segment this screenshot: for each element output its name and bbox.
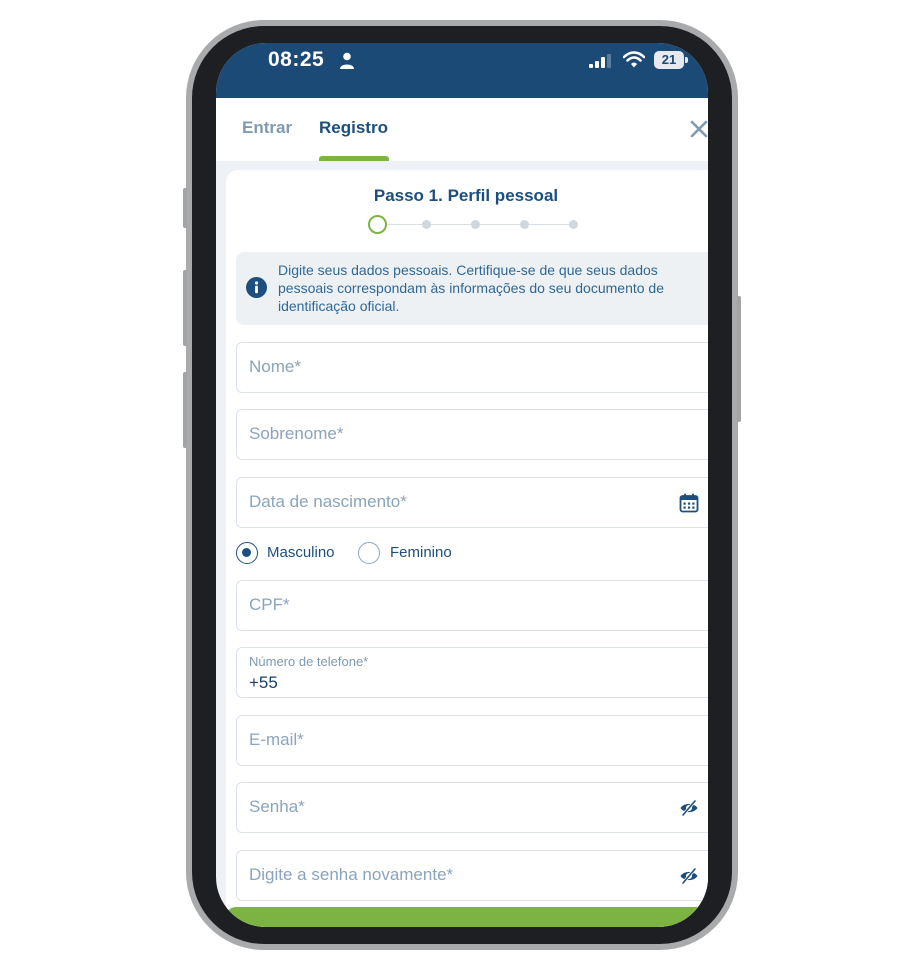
email-placeholder: E-mail* <box>249 730 304 749</box>
close-icon[interactable] <box>690 120 708 138</box>
first-name-input[interactable]: Nome* <box>236 342 708 393</box>
gender-radio-male[interactable] <box>236 542 258 564</box>
info-icon <box>246 277 267 298</box>
phone-value: +55 <box>249 673 278 692</box>
step-indicator <box>422 220 431 229</box>
step-indicator <box>471 220 480 229</box>
phone-input[interactable]: Número de telefone* +55 <box>236 647 708 698</box>
password-placeholder: Senha* <box>249 797 305 816</box>
password-confirm-input[interactable]: Digite a senha novamente* <box>236 850 708 901</box>
status-time: 08:25 <box>268 48 325 71</box>
step-indicator <box>520 220 529 229</box>
battery-level: 21 <box>654 51 684 69</box>
step-progress-line <box>386 224 576 225</box>
auth-tabs: Entrar Registro <box>216 98 708 161</box>
info-text: Digite seus dados pessoais. Certifique-s… <box>278 262 664 314</box>
gender-radio-female[interactable] <box>358 542 380 564</box>
phone-side-button-power <box>737 296 741 422</box>
birth-date-input[interactable]: Data de nascimento* <box>236 477 708 528</box>
battery-cap <box>685 57 688 63</box>
calendar-icon[interactable] <box>679 493 699 513</box>
phone-side-button-volume-up <box>183 270 187 346</box>
birth-date-placeholder: Data de nascimento* <box>249 492 407 511</box>
step-progress <box>368 215 588 235</box>
tab-registro[interactable]: Registro <box>319 118 388 138</box>
continue-button[interactable] <box>226 907 706 927</box>
status-bar: 08:25 21 <box>216 43 708 98</box>
phone-label: Número de telefone* <box>249 654 369 669</box>
phone-screen: 08:25 21 Entrar Registro Passo 1. Perfil… <box>216 43 708 927</box>
phone-side-button-mute <box>183 188 187 228</box>
email-input[interactable]: E-mail* <box>236 715 708 766</box>
gender-label-male[interactable]: Masculino <box>267 544 335 561</box>
active-tab-indicator <box>319 156 389 161</box>
last-name-input[interactable]: Sobrenome* <box>236 409 708 460</box>
person-icon <box>340 52 354 69</box>
password-input[interactable]: Senha* <box>236 782 708 833</box>
cpf-input[interactable]: CPF* <box>236 580 708 631</box>
step-indicator <box>569 220 578 229</box>
wifi-icon <box>623 51 645 68</box>
tab-entrar[interactable]: Entrar <box>242 118 292 138</box>
battery-icon: 21 <box>654 51 688 69</box>
password-confirm-placeholder: Digite a senha novamente* <box>249 865 454 884</box>
info-notice: Digite seus dados pessoais. Certifique-s… <box>236 252 708 325</box>
eye-slash-icon[interactable] <box>679 866 699 886</box>
signal-icon <box>589 54 611 68</box>
gender-radio-group: Masculino Feminino <box>236 542 708 566</box>
step-indicator-current <box>368 215 387 234</box>
cpf-placeholder: CPF* <box>249 595 290 614</box>
phone-side-button-volume-down <box>183 372 187 448</box>
registration-card: Passo 1. Perfil pessoal Digite seus dado… <box>226 170 708 927</box>
gender-label-female[interactable]: Feminino <box>390 544 452 561</box>
first-name-placeholder: Nome* <box>249 357 301 376</box>
eye-slash-icon[interactable] <box>679 798 699 818</box>
step-title: Passo 1. Perfil pessoal <box>373 186 559 205</box>
last-name-placeholder: Sobrenome* <box>249 424 344 443</box>
